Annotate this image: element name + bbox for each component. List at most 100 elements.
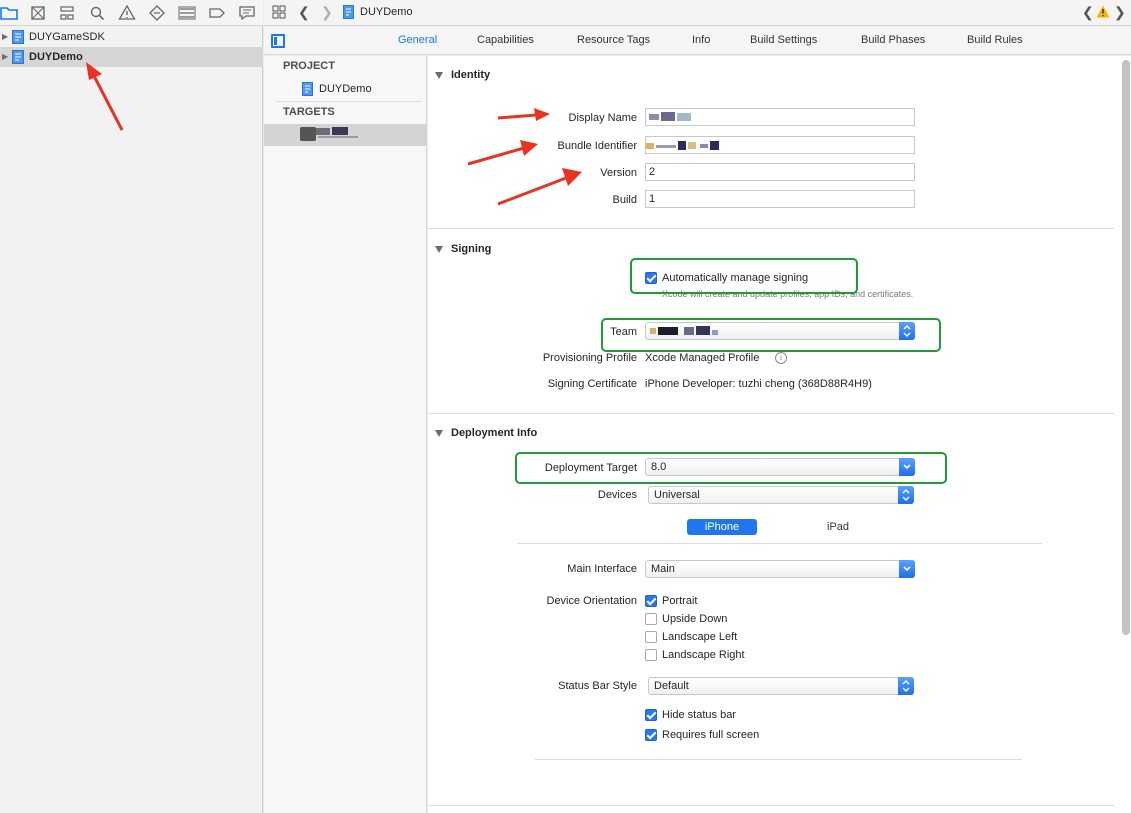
hierarchy-icon[interactable] (58, 4, 76, 22)
project-item-label: DUYDemo (319, 83, 372, 95)
chevron-right-icon[interactable]: ❯ (1114, 4, 1126, 21)
section-divider (428, 413, 1114, 414)
orientation-landscape-left-checkbox[interactable] (645, 631, 657, 643)
highlight-box (630, 258, 858, 294)
tab-build-rules[interactable]: Build Rules (967, 34, 1023, 46)
general-settings-editor: Identity Display Name Bundle Identifier … (428, 56, 1131, 813)
provisioning-profile-label: Provisioning Profile (542, 352, 637, 364)
orientation-upside-down-checkbox[interactable] (645, 613, 657, 625)
bundle-identifier-field[interactable] (645, 136, 915, 154)
orientation-portrait-label[interactable]: Portrait (662, 595, 697, 607)
redacted-target-name (316, 127, 358, 138)
devices-popup[interactable]: Universal (648, 486, 914, 504)
project-file-icon (343, 5, 354, 19)
jump-bar: ❮ ❯ DUYDemo ❮ ❯ (264, 0, 1131, 26)
breakpoint-icon[interactable] (208, 4, 226, 22)
popup-stepper-icon[interactable] (898, 486, 914, 504)
report-icon[interactable] (238, 4, 256, 22)
popup-stepper-icon[interactable] (898, 677, 914, 695)
main-interface-combo[interactable]: Main (645, 560, 915, 578)
devices-value: Universal (654, 489, 700, 501)
build-field[interactable] (645, 190, 915, 208)
divider (535, 759, 1022, 760)
redacted-value (649, 112, 691, 121)
navigator-item-duydemo[interactable]: ▶ DUYDemo (0, 47, 263, 67)
search-icon[interactable] (88, 4, 106, 22)
chevron-left-icon[interactable]: ❮ (1082, 4, 1094, 21)
status-bar-style-label: Status Bar Style (558, 680, 637, 692)
orientation-landscape-left-label[interactable]: Landscape Left (662, 631, 737, 643)
redacted-value (646, 141, 719, 150)
highlight-box (515, 452, 947, 484)
signing-certificate-label: Signing Certificate (547, 378, 637, 390)
provisioning-profile-value: Xcode Managed Profile (645, 352, 760, 364)
annotation-arrow (497, 168, 582, 206)
breadcrumb[interactable]: DUYDemo (360, 6, 413, 18)
sidebar-toggle-icon[interactable] (271, 34, 285, 48)
debug-icon[interactable] (178, 4, 196, 22)
signing-section-title[interactable]: Signing (434, 243, 491, 255)
tab-build-settings[interactable]: Build Settings (750, 34, 817, 46)
divider (276, 101, 422, 102)
orientation-landscape-right-label[interactable]: Landscape Right (662, 649, 745, 661)
disclosure-triangle-icon[interactable]: ▶ (2, 27, 10, 47)
tab-general[interactable]: General (398, 34, 437, 46)
status-bar-style-value: Default (654, 680, 689, 692)
navigator-item-duygamesdk[interactable]: ▶ DUYGameSDK (0, 27, 263, 47)
tab-capabilities[interactable]: Capabilities (477, 34, 534, 46)
disclosure-triangle-icon[interactable]: ▶ (2, 47, 10, 67)
main-interface-value: Main (651, 563, 675, 575)
project-navigator: ▶ DUYGameSDK ▶ DUYDemo (0, 0, 263, 813)
project-targets-list: PROJECT DUYDemo TARGETS (264, 56, 427, 813)
project-header: PROJECT (283, 60, 335, 72)
annotation-arrow (497, 108, 550, 121)
hide-status-bar-label[interactable]: Hide status bar (662, 709, 736, 721)
tab-resource-tags[interactable]: Resource Tags (577, 34, 650, 46)
targets-header: TARGETS (283, 106, 335, 118)
identity-section-title[interactable]: Identity (434, 69, 490, 81)
segment-iphone[interactable]: iPhone (687, 519, 757, 535)
editor-tab-bar: General Capabilities Resource Tags Info … (264, 27, 1131, 55)
display-name-field[interactable] (645, 108, 915, 126)
navigator-item-label: DUYDemo (29, 51, 83, 63)
divider (517, 543, 1042, 544)
orientation-upside-down-label[interactable]: Upside Down (662, 613, 727, 625)
section-divider (428, 805, 1114, 806)
version-field[interactable] (645, 163, 915, 181)
chevron-left-icon[interactable]: ❮ (298, 4, 310, 21)
app-target-icon (300, 127, 316, 141)
main-interface-label: Main Interface (567, 563, 637, 575)
chevron-right-icon[interactable]: ❯ (321, 4, 333, 21)
warning-icon[interactable] (1096, 5, 1110, 18)
tab-info[interactable]: Info (692, 34, 710, 46)
test-icon[interactable] (148, 4, 166, 22)
project-file-icon (12, 50, 24, 64)
requires-full-screen-checkbox[interactable] (645, 729, 657, 741)
related-items-grid-icon[interactable] (272, 5, 286, 19)
deployment-info-section-title[interactable]: Deployment Info (434, 427, 537, 439)
hide-status-bar-checkbox[interactable] (645, 709, 657, 721)
segment-ipad[interactable]: iPad (818, 519, 858, 535)
navigator-item-label: DUYGameSDK (29, 31, 105, 43)
info-icon[interactable]: i (775, 352, 787, 364)
project-file-icon (12, 30, 24, 44)
devices-label: Devices (597, 489, 637, 501)
highlight-box (601, 318, 941, 352)
warning-icon[interactable] (118, 4, 136, 22)
navigator-toolbar (0, 0, 263, 26)
project-file-icon (302, 82, 313, 96)
vertical-scrollbar[interactable] (1122, 60, 1130, 635)
chevron-down-icon[interactable] (899, 560, 915, 578)
folder-icon[interactable] (0, 4, 18, 22)
annotation-arrow (86, 62, 124, 131)
section-divider (428, 228, 1114, 229)
orientation-portrait-checkbox[interactable] (645, 595, 657, 607)
tab-build-phases[interactable]: Build Phases (861, 34, 925, 46)
requires-full-screen-label[interactable]: Requires full screen (662, 729, 759, 741)
status-bar-style-popup[interactable]: Default (648, 677, 914, 695)
source-control-icon[interactable] (29, 4, 47, 22)
target-item[interactable] (264, 124, 426, 146)
signing-certificate-value: iPhone Developer: tuzhi cheng (368D88R4H… (645, 378, 872, 390)
device-orientation-label: Device Orientation (546, 595, 638, 607)
orientation-landscape-right-checkbox[interactable] (645, 649, 657, 661)
